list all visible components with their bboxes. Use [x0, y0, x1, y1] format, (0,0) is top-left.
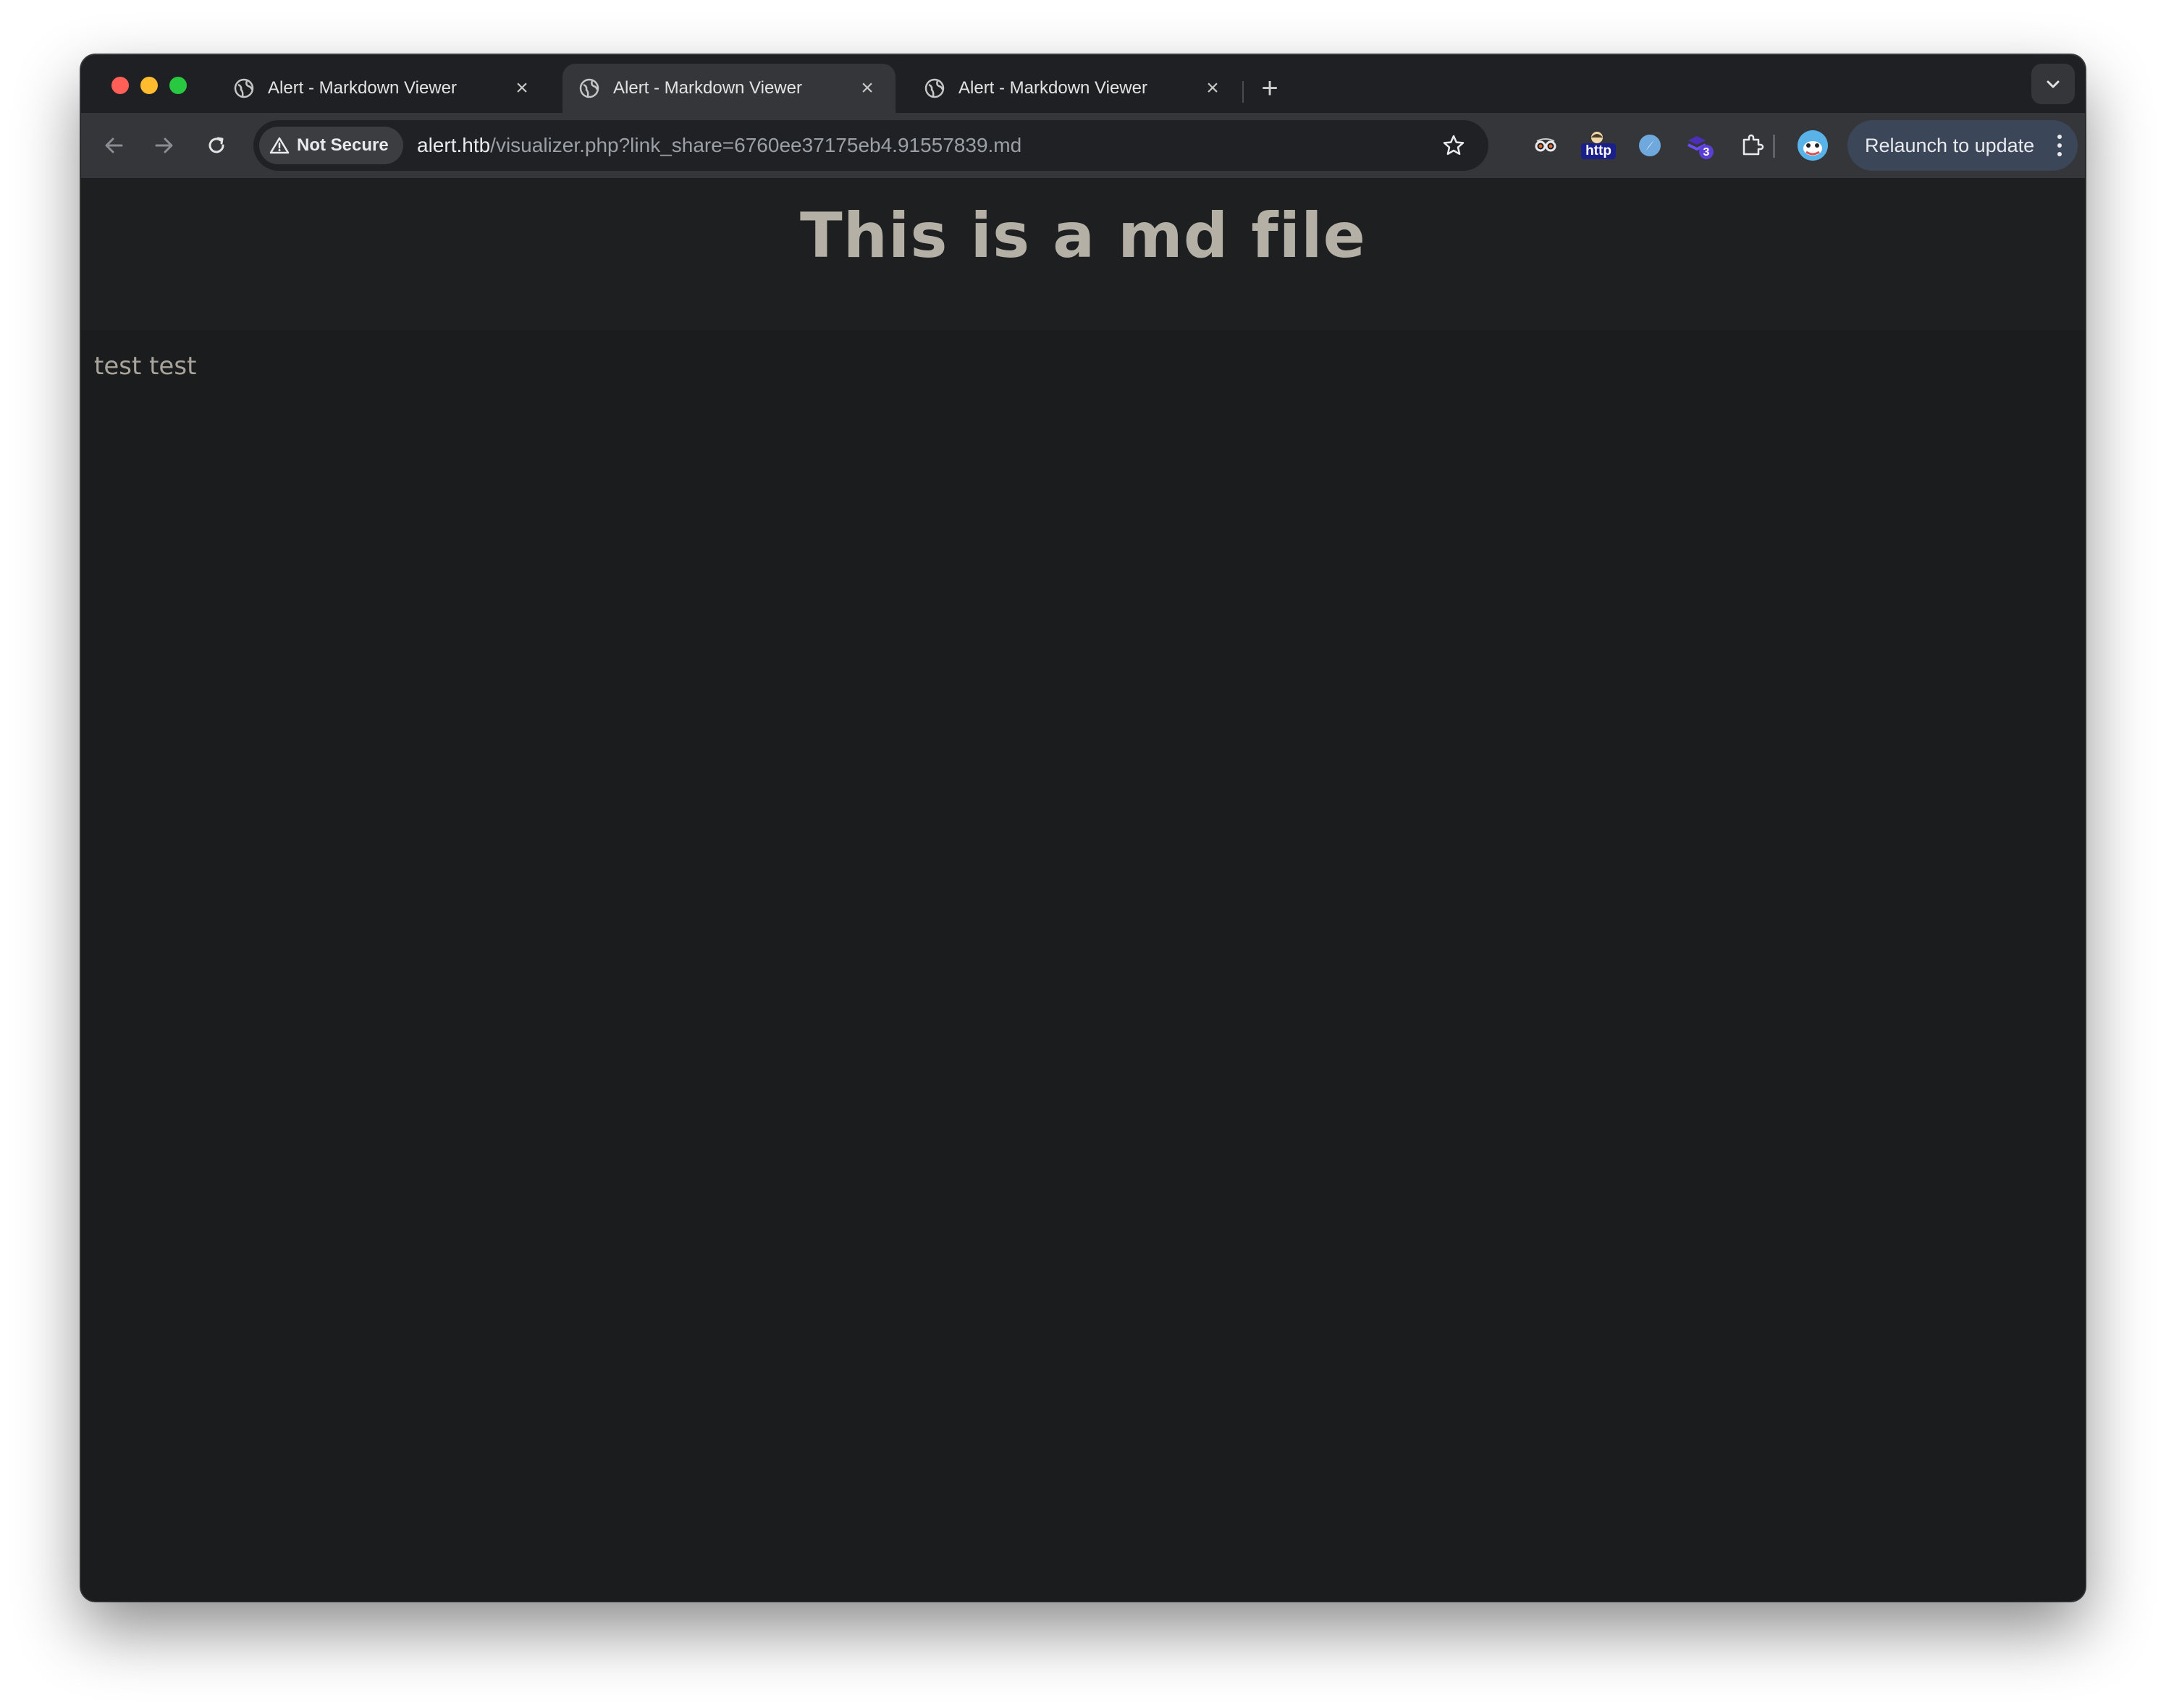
http-extension-label: http	[1585, 143, 1611, 158]
back-button[interactable]	[97, 129, 130, 162]
tab-strip: Alert - Markdown Viewer × Alert - Markdo…	[81, 55, 2085, 113]
page-body-text: test test	[94, 352, 197, 381]
http-extension-icon[interactable]: http	[1578, 129, 1619, 162]
window-maximize-button[interactable]	[169, 77, 187, 94]
arrow-right-icon	[155, 138, 173, 153]
browser-window: Alert - Markdown Viewer × Alert - Markdo…	[81, 55, 2085, 1601]
reload-icon	[208, 137, 224, 153]
tab-title: Alert - Markdown Viewer	[268, 78, 457, 98]
arrow-left-icon	[105, 138, 123, 153]
more-options-icon[interactable]	[2057, 135, 2062, 156]
security-indicator[interactable]: Not Secure	[259, 127, 403, 164]
window-close-button[interactable]	[111, 77, 129, 94]
tab-close-icon[interactable]: ×	[510, 76, 534, 101]
wappalyzer-extension-icon[interactable]: 3	[1684, 129, 1717, 162]
forward-button[interactable]	[148, 129, 181, 162]
puzzle-extensions-icon[interactable]	[1736, 129, 1769, 162]
relaunch-label: Relaunch to update	[1865, 134, 2035, 156]
tab-search-button[interactable]	[2031, 64, 2075, 104]
page-header: This is a md file	[81, 178, 2085, 330]
reload-button[interactable]	[200, 129, 233, 162]
url-path: /visualizer.php?link_share=6760ee37175eb…	[490, 134, 1022, 156]
page-title: This is a md file	[800, 200, 1366, 272]
tab-title: Alert - Markdown Viewer	[958, 78, 1147, 98]
address-bar[interactable]: Not Secure alert.htb/visualizer.php?link…	[253, 120, 1488, 171]
globe-icon	[924, 77, 945, 99]
globe-icon	[578, 77, 600, 99]
tab-2[interactable]: Alert - Markdown Viewer ×	[562, 64, 896, 113]
bookmark-star-icon[interactable]	[1441, 132, 1467, 158]
window-minimize-button[interactable]	[140, 77, 158, 94]
profile-avatar[interactable]	[1798, 130, 1828, 161]
tab-close-icon[interactable]: ×	[855, 76, 880, 101]
new-tab-button[interactable]: +	[1254, 72, 1286, 104]
url-text[interactable]: alert.htb/visualizer.php?link_share=6760…	[417, 120, 1021, 171]
page-content: This is a md file test test	[81, 178, 2085, 1601]
chevron-down-icon	[2047, 80, 2060, 88]
tab-close-icon[interactable]: ×	[1200, 76, 1225, 101]
toolbar-divider	[1773, 135, 1775, 158]
security-label: Not Secure	[297, 135, 389, 155]
browser-toolbar: Not Secure alert.htb/visualizer.php?link…	[81, 113, 2085, 178]
tab-3[interactable]: Alert - Markdown Viewer ×	[908, 64, 1241, 113]
tab-title: Alert - Markdown Viewer	[613, 78, 802, 98]
tab-separator	[1242, 81, 1244, 103]
url-host: alert.htb	[417, 134, 491, 156]
glasses-extension-icon[interactable]	[1529, 129, 1562, 162]
tab-1[interactable]: Alert - Markdown Viewer ×	[217, 64, 550, 113]
compass-extension-icon[interactable]	[1633, 129, 1666, 162]
globe-icon	[233, 77, 255, 99]
warning-triangle-icon	[269, 136, 290, 155]
extension-badge: 3	[1703, 146, 1710, 158]
relaunch-to-update-button[interactable]: Relaunch to update	[1847, 120, 2078, 171]
